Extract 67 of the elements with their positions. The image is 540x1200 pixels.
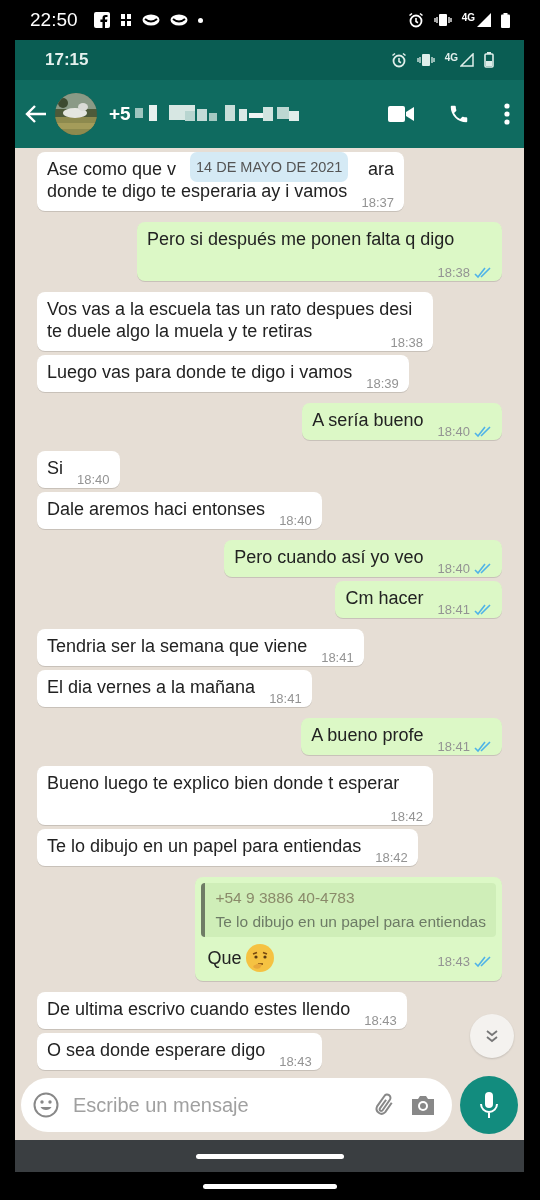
alarm-icon xyxy=(390,52,407,68)
status-time: 22:50 xyxy=(30,9,78,31)
message-text: Si xyxy=(47,458,63,478)
vibrate-icon xyxy=(416,53,435,67)
message-text: El dia vernes a la mañana xyxy=(47,677,256,697)
quote-text: Te lo dibujo en un papel para entiendas xyxy=(215,912,486,932)
message-text: Ase como que v xyxy=(47,158,177,180)
message-time: 18:40 xyxy=(279,512,312,530)
more-options-icon[interactable] xyxy=(504,103,510,125)
facebook-icon xyxy=(93,12,110,28)
message-time: 18:39 xyxy=(366,375,399,393)
dot-icon xyxy=(197,17,203,23)
message-text: ara xyxy=(368,158,395,180)
status-time: 17:15 xyxy=(45,50,89,70)
message-time: 18:41 xyxy=(269,690,302,708)
message-text: Luego vas para donde te digo i vamos xyxy=(47,362,353,382)
network-type: 4G xyxy=(444,51,458,63)
message-text: De ultima escrivo cuando estes llendo xyxy=(47,999,351,1019)
message-text: donde te digo te esperaria ay i vamos xyxy=(47,181,348,201)
battery-icon xyxy=(484,52,494,68)
message-field[interactable]: Escribe un mensaje xyxy=(21,1078,452,1132)
message-text: Tendria ser la semana que viene xyxy=(47,636,308,656)
network-type: 4G xyxy=(461,11,475,23)
message-text: A bueno profe xyxy=(311,725,424,745)
message-time: 18:41 xyxy=(437,738,470,756)
microphone-button[interactable] xyxy=(460,1076,518,1134)
message-time: 18:40 xyxy=(437,560,470,578)
thinking-emoji-icon xyxy=(245,943,276,973)
message-time: 18:37 xyxy=(361,194,395,212)
message-text: Pero si después me ponen falta q digo xyxy=(147,229,455,249)
message-time: 18:41 xyxy=(321,649,354,667)
message-input[interactable]: Escribe un mensaje xyxy=(71,1092,360,1118)
emoji-icon[interactable] xyxy=(33,1092,59,1118)
vibrate-icon xyxy=(433,13,452,27)
message-time: 18:43 xyxy=(364,1012,397,1030)
message-text: O sea donde esperare digo xyxy=(47,1040,266,1060)
message-time: 18:42 xyxy=(390,808,423,826)
message-time: 18:42 xyxy=(375,849,408,867)
quoted-message[interactable]: +54 9 3886 40-4783 Te lo dibujo en un papel para entiendas xyxy=(201,883,496,937)
battery-icon xyxy=(501,12,510,28)
message-time: 18:43 xyxy=(437,953,470,971)
double-chevron-icon xyxy=(484,1028,500,1044)
back-arrow-icon[interactable] xyxy=(25,105,47,123)
message-time: 18:40 xyxy=(77,471,110,489)
date-chip: 14 DE MAYO DE 2021 xyxy=(190,152,349,182)
message-text: Cm hacer xyxy=(345,588,424,608)
message-text: Te lo dibujo en un papel para entiendas xyxy=(47,836,362,856)
alarm-icon xyxy=(407,12,424,28)
message-time: 18:38 xyxy=(437,264,470,282)
contact-name[interactable]: +5 xyxy=(109,103,131,125)
home-indicator[interactable] xyxy=(195,1153,344,1159)
message-text: Pero cuando así yo veo xyxy=(234,547,424,567)
home-indicator[interactable] xyxy=(203,1183,337,1189)
message-text: A sería bueno xyxy=(312,410,424,430)
signal-icon xyxy=(460,53,474,67)
quote-author: +54 9 3886 40-4783 xyxy=(215,888,356,908)
message-text: Dale aremos haci entonses xyxy=(47,499,266,519)
message-time: 18:40 xyxy=(437,423,470,441)
message-time: 18:43 xyxy=(279,1053,312,1071)
message-time: 18:41 xyxy=(437,601,470,619)
microphone-icon xyxy=(479,1091,499,1119)
message-text: Que xyxy=(207,947,242,969)
video-call-icon[interactable] xyxy=(388,105,414,123)
message-text: Bueno luego te explico bien donde t esperar xyxy=(47,773,400,793)
signal-icon xyxy=(477,13,491,27)
phone-icon[interactable] xyxy=(448,103,470,125)
camera-icon[interactable] xyxy=(410,1094,436,1116)
